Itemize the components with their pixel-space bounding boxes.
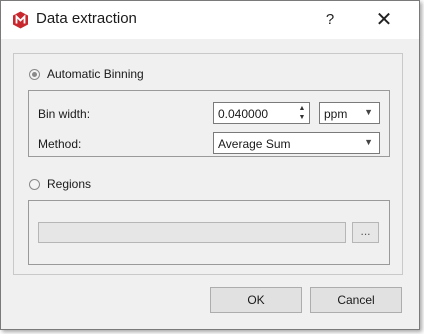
regions-option[interactable]: Regions	[29, 177, 91, 191]
bin-width-spinbox[interactable]: 0.040000 ▲ ▼	[213, 102, 310, 124]
method-label: Method:	[38, 137, 82, 151]
app-logo-icon	[13, 11, 28, 29]
bin-width-value[interactable]: 0.040000	[218, 107, 268, 121]
cancel-button[interactable]: Cancel	[310, 287, 402, 313]
method-value: Average Sum	[218, 137, 291, 151]
chevron-down-icon: ▼	[364, 137, 373, 147]
regions-path-field[interactable]	[38, 222, 346, 243]
ok-button[interactable]: OK	[210, 287, 302, 313]
automatic-binning-label: Automatic Binning	[47, 67, 144, 81]
close-button[interactable]: ✕	[371, 7, 397, 33]
bin-width-label: Bin width:	[38, 107, 91, 121]
spin-arrows: ▲ ▼	[297, 104, 307, 122]
browse-button[interactable]: ...	[352, 222, 379, 243]
regions-label: Regions	[47, 177, 92, 191]
chevron-down-icon: ▼	[364, 107, 373, 117]
title-bar: Data extraction ? ✕	[1, 1, 419, 39]
spin-up-icon[interactable]: ▲	[297, 104, 307, 113]
automatic-binning-option[interactable]: Automatic Binning	[29, 67, 144, 81]
help-button[interactable]: ?	[317, 7, 343, 33]
spin-down-icon[interactable]: ▼	[297, 113, 307, 122]
automatic-binning-radio[interactable]	[29, 68, 40, 80]
unit-dropdown[interactable]: ppm ▼	[319, 102, 380, 124]
dialog-title: Data extraction	[36, 10, 137, 27]
unit-value: ppm	[324, 107, 348, 121]
method-dropdown[interactable]: Average Sum ▼	[213, 132, 380, 154]
dialog-window: Data extraction ? ✕ Automatic Binning Bi…	[0, 0, 420, 330]
regions-radio[interactable]	[29, 178, 40, 190]
